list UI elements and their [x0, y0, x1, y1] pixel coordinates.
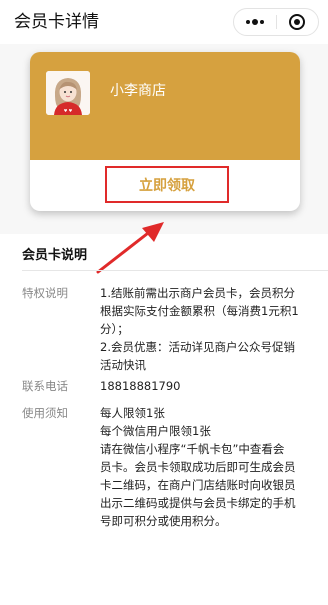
detail-line: 2.会员优惠：活动详见商户公众号促销 — [100, 340, 295, 354]
detail-line: 活动快讯 — [100, 358, 146, 372]
page-title: 会员卡详情 — [14, 12, 99, 32]
detail-line: 每人限领1张 — [100, 406, 165, 420]
detail-line: 员卡。会员卡领取成功后即可生成会员 — [100, 460, 296, 474]
shop-avatar-icon: ♥ ♥ — [46, 71, 90, 115]
detail-label: 使用须知 — [22, 406, 68, 420]
detail-line: 1.结账前需出示商户会员卡，会员积分 — [100, 286, 295, 300]
detail-value: 每人限领1张 每个微信用户限领1张 请在微信小程序“千帆卡包”中查看会 员卡。会… — [100, 404, 318, 530]
more-dots-icon[interactable] — [234, 9, 276, 35]
detail-line: 卡二维码，在商户门店结账时向收银员 — [100, 478, 296, 492]
detail-line: 每个微信用户限领1张 — [100, 424, 211, 438]
card-header: ♥ ♥ 小李商店 — [30, 52, 300, 160]
detail-line: 出示二维码或提供与会员卡绑定的手机 — [100, 496, 296, 510]
phone-number[interactable]: 18818881790 — [100, 377, 318, 395]
detail-line: 分）； — [100, 322, 129, 336]
section-divider — [22, 270, 328, 271]
detail-label: 联系电话 — [22, 379, 68, 393]
detail-value: 1.结账前需出示商户会员卡，会员积分 根据实际支付金额累积（每消费1元积1 分）… — [100, 284, 318, 374]
detail-line: 根据实际支付金额累积（每消费1元积1 — [100, 304, 299, 318]
shop-name: 小李商店 — [110, 83, 166, 99]
navigation-bar: 会员卡详情 — [0, 0, 328, 44]
target-circle-icon[interactable] — [276, 9, 318, 35]
detail-value: 18818881790 — [100, 377, 318, 395]
detail-line: 号即可积分或使用积分。 — [100, 514, 227, 528]
card-area: ♥ ♥ 小李商店 立即领取 — [0, 44, 328, 234]
claim-now-button[interactable]: 立即领取 — [105, 166, 229, 203]
membership-card: ♥ ♥ 小李商店 立即领取 — [30, 52, 300, 211]
section-title: 会员卡说明 — [22, 248, 88, 263]
detail-line: 请在微信小程序“千帆卡包”中查看会 — [100, 442, 285, 456]
mini-program-capsule — [233, 8, 319, 36]
detail-label: 特权说明 — [22, 286, 68, 300]
svg-text:♥ ♥: ♥ ♥ — [64, 108, 73, 113]
